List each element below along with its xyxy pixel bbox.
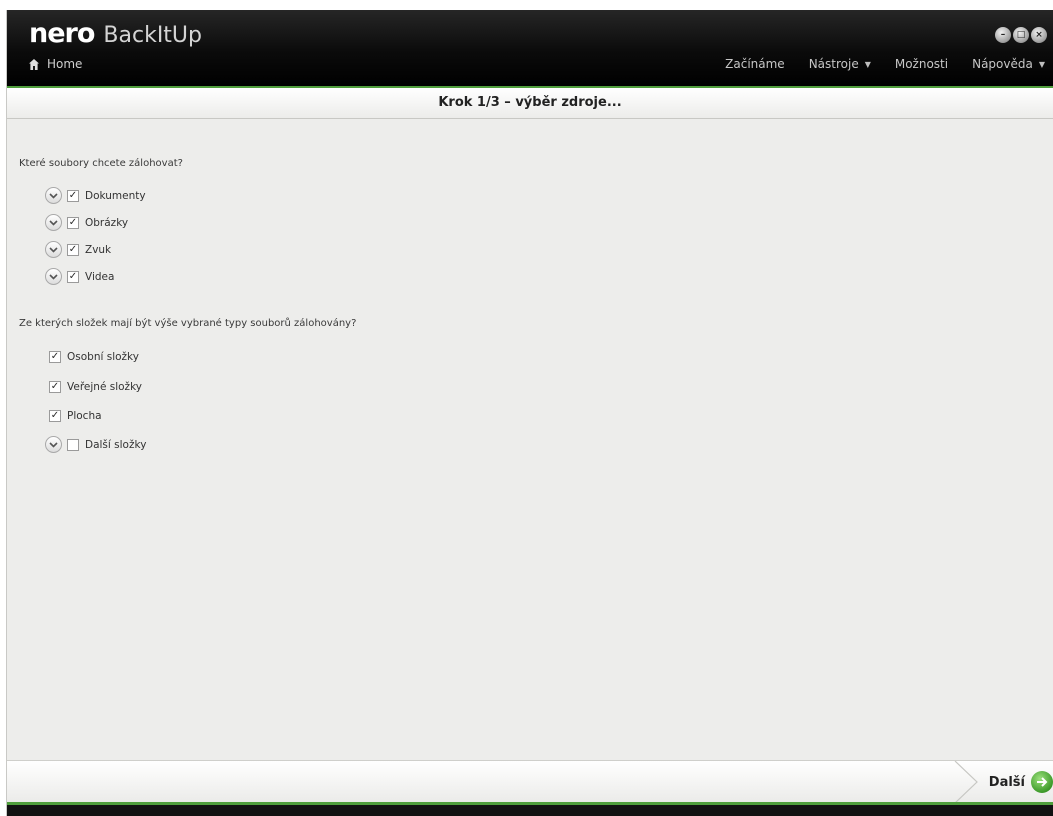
images-label: Obrázky xyxy=(85,216,129,229)
step-title: Krok 1/3 – výběr zdroje... xyxy=(438,95,622,110)
expand-audio-button[interactable] xyxy=(45,241,62,258)
checkmark-icon: ✓ xyxy=(50,351,60,362)
home-link[interactable]: Home xyxy=(29,57,82,71)
public-folders-label: Veřejné složky xyxy=(67,381,142,393)
chevron-down-icon xyxy=(49,441,58,448)
checkmark-icon: ✓ xyxy=(68,270,78,282)
personal-folders-label: Osobní složky xyxy=(67,351,139,363)
chevron-down-icon xyxy=(49,246,58,253)
home-icon xyxy=(29,58,39,70)
home-label: Home xyxy=(47,57,83,71)
app-window: nero BackItUp Home Začínáme Nástroje ▼ M… xyxy=(6,10,1053,816)
expand-images-button[interactable] xyxy=(45,214,62,231)
menu-item-label: Nástroje xyxy=(808,57,859,71)
documents-checkbox[interactable]: ✓ xyxy=(67,189,79,202)
menu-item-options[interactable]: Možnosti xyxy=(895,57,948,71)
chevron-down-icon xyxy=(49,192,58,199)
public-folders-checkbox[interactable]: ✓ xyxy=(49,381,61,393)
folder-row-personal: ✓ Osobní složky xyxy=(49,351,139,363)
expand-other-folders-button[interactable] xyxy=(45,436,62,453)
next-area: Další xyxy=(953,761,1053,803)
audio-checkbox[interactable]: ✓ xyxy=(67,243,79,256)
video-label: Videa xyxy=(85,270,115,283)
menu-item-label: Nápověda xyxy=(972,57,1033,71)
checkmark-icon: ✓ xyxy=(68,243,78,255)
menu-item-label: Možnosti xyxy=(894,57,949,71)
close-button[interactable]: × xyxy=(1031,27,1047,43)
wizard-footer: Další xyxy=(7,760,1053,803)
checkmark-icon: ✓ xyxy=(50,381,60,392)
caret-down-icon: ▼ xyxy=(1038,59,1045,69)
images-checkbox[interactable]: ✓ xyxy=(67,216,79,229)
menu-item-help[interactable]: Nápověda ▼ xyxy=(972,57,1045,71)
bottom-bar xyxy=(7,802,1053,816)
minimize-button[interactable]: – xyxy=(995,27,1011,43)
next-button[interactable]: Další xyxy=(989,771,1053,793)
checkmark-icon: ✓ xyxy=(50,410,60,421)
file-type-row-video: ✓ Videa xyxy=(45,268,114,285)
maximize-button[interactable]: □ xyxy=(1013,27,1029,43)
brand-logo: nero xyxy=(29,18,95,49)
expand-video-button[interactable] xyxy=(45,268,62,285)
app-logo: nero BackItUp xyxy=(29,20,202,50)
documents-label: Dokumenty xyxy=(85,189,146,202)
other-folders-checkbox[interactable] xyxy=(67,438,79,451)
wizard-content: Které soubory chcete zálohovat? ✓ Dokume… xyxy=(7,120,1053,760)
checkmark-icon: ✓ xyxy=(68,216,78,228)
folder-row-desktop: ✓ Plocha xyxy=(49,410,102,422)
menu-item-label: Začínáme xyxy=(725,57,785,71)
file-type-row-documents: ✓ Dokumenty xyxy=(45,187,146,204)
other-folders-label: Další složky xyxy=(85,438,147,451)
personal-folders-checkbox[interactable]: ✓ xyxy=(49,351,61,363)
step-header: Krok 1/3 – výběr zdroje... xyxy=(7,86,1053,119)
file-type-row-images: ✓ Obrázky xyxy=(45,214,128,231)
desktop-label: Plocha xyxy=(67,410,102,422)
top-menu: Začínáme Nástroje ▼ Možnosti Nápověda ▼ xyxy=(701,57,1045,71)
chevron-down-icon xyxy=(49,273,58,280)
video-checkbox[interactable]: ✓ xyxy=(67,270,79,283)
window-controls: – □ × xyxy=(993,27,1047,43)
arrow-right-icon xyxy=(1031,771,1053,793)
file-types-question: Které soubory chcete zálohovat? xyxy=(19,158,183,169)
footer-divider xyxy=(954,761,978,803)
chevron-down-icon xyxy=(49,219,58,226)
folder-row-public: ✓ Veřejné složky xyxy=(49,381,142,393)
expand-documents-button[interactable] xyxy=(45,187,62,204)
title-bar: nero BackItUp Home Začínáme Nástroje ▼ M… xyxy=(7,10,1053,86)
folder-row-other: Další složky xyxy=(45,436,146,453)
next-label: Další xyxy=(988,774,1025,790)
desktop-checkbox[interactable]: ✓ xyxy=(49,410,61,422)
menu-item-getting-started[interactable]: Začínáme xyxy=(725,57,785,71)
folders-question: Ze kterých složek mají být výše vybrané … xyxy=(19,318,357,329)
file-type-row-audio: ✓ Zvuk xyxy=(45,241,111,258)
menu-item-tools[interactable]: Nástroje ▼ xyxy=(809,57,871,71)
audio-label: Zvuk xyxy=(85,243,112,256)
checkmark-icon: ✓ xyxy=(68,189,78,201)
product-name: BackItUp xyxy=(103,23,202,48)
caret-down-icon: ▼ xyxy=(864,59,871,69)
